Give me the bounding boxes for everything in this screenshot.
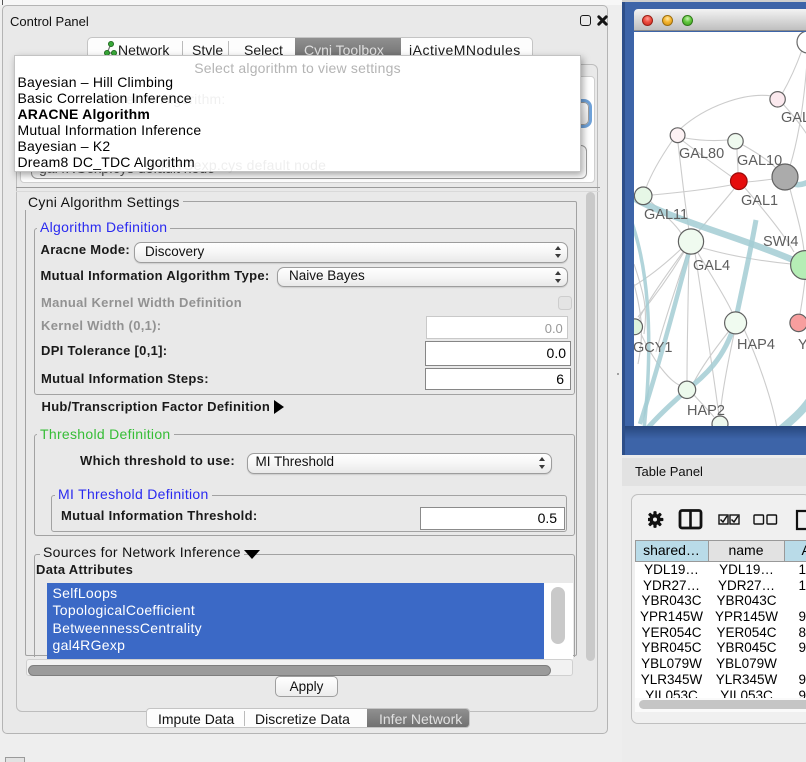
- svg-text:GAL80: GAL80: [679, 146, 724, 162]
- svg-text:GAL10: GAL10: [737, 153, 782, 169]
- svg-text:GAL2: GAL2: [781, 110, 806, 126]
- svg-text:GAL1: GAL1: [741, 193, 778, 209]
- svg-text:HAP4: HAP4: [737, 337, 775, 353]
- svg-text:Y: Y: [798, 337, 806, 353]
- svg-text:GCY1: GCY1: [634, 340, 673, 356]
- svg-text:GAL11: GAL11: [644, 207, 688, 223]
- svg-text:GAL4: GAL4: [693, 258, 730, 274]
- svg-text:HAP2: HAP2: [687, 403, 725, 419]
- svg-text:SWI4: SWI4: [763, 234, 798, 250]
